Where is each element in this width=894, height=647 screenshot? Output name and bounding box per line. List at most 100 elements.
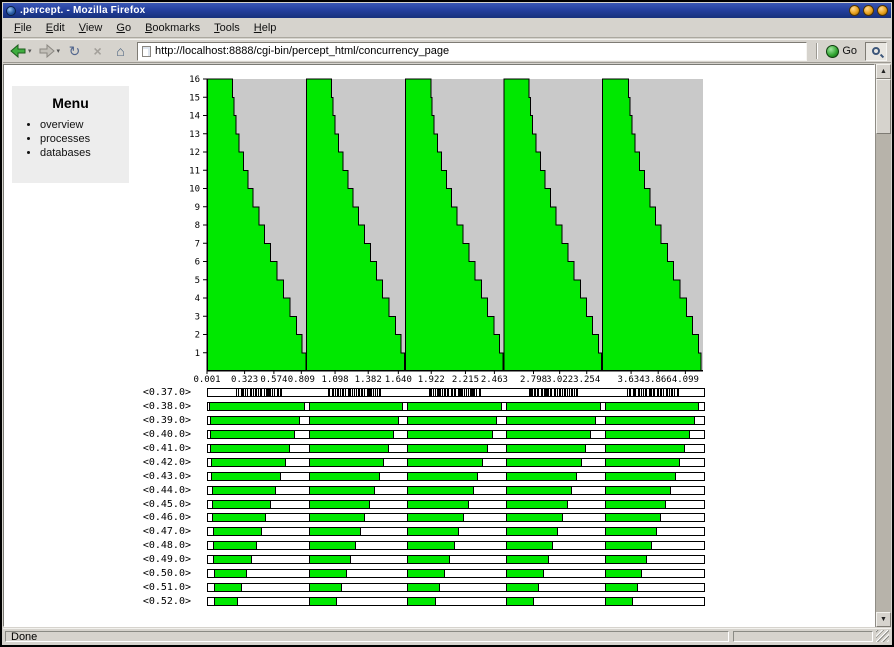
reload-button[interactable]: ↻ [64,43,85,59]
window-title: .percept. - Mozilla Firefox [20,5,146,16]
process-pid-label[interactable]: <0.45.0> [109,499,191,510]
svg-text:2: 2 [195,331,200,341]
process-pid-label[interactable]: <0.44.0> [109,485,191,496]
menu-view[interactable]: View [72,20,110,36]
active-segment [604,570,643,578]
process-pid-label[interactable]: <0.43.0> [109,471,191,482]
process-pid-label[interactable]: <0.40.0> [109,429,191,440]
svg-text:6: 6 [195,258,200,268]
activity-tick [666,389,668,397]
back-button[interactable]: ▾ [7,43,34,59]
navigation-toolbar: ▾ ▾ ↻ × ⌂ http://localhost:8888/cgi-bin/… [3,39,891,63]
process-pid-label[interactable]: <0.50.0> [109,568,191,579]
menu-link-databases[interactable]: databases [40,146,129,160]
active-segment [407,528,460,536]
activity-tick [345,389,347,397]
svg-text:0.323: 0.323 [231,375,258,385]
active-segment [308,417,399,425]
activity-tick [554,389,556,397]
content-area: Menu overview processes databases 123456… [3,64,891,627]
svg-text:14: 14 [189,112,200,122]
active-segment [209,403,305,411]
active-segment [505,556,549,564]
active-segment [212,528,262,536]
forward-button[interactable]: ▾ [36,43,63,59]
active-segment [505,403,601,411]
active-segment [213,556,253,564]
activity-tick [670,389,672,397]
scrollbar-track[interactable] [876,79,891,612]
active-segment [407,500,469,508]
search-button[interactable] [865,41,887,61]
url-text[interactable]: http://localhost:8888/cgi-bin/percept_ht… [155,45,449,57]
url-bar[interactable]: http://localhost:8888/cgi-bin/percept_ht… [137,41,808,61]
process-pid-label[interactable]: <0.41.0> [109,443,191,454]
menu-go[interactable]: Go [109,20,138,36]
menu-bookmarks[interactable]: Bookmarks [138,20,207,36]
svg-text:10: 10 [189,185,200,195]
active-segment [407,403,503,411]
activity-tick [660,389,662,397]
process-pid-label[interactable]: <0.48.0> [109,540,191,551]
process-pid-label[interactable]: <0.39.0> [109,415,191,426]
active-segment [604,500,667,508]
process-pid-label[interactable]: <0.42.0> [109,457,191,468]
activity-tick [674,389,675,397]
active-segment [505,542,554,550]
process-pid-label[interactable]: <0.51.0> [109,582,191,593]
svg-text:15: 15 [189,93,200,103]
menu-link-overview[interactable]: overview [40,118,129,132]
resize-grip[interactable] [876,630,889,642]
active-segment [407,514,465,522]
activity-tick [379,389,382,397]
active-segment [308,472,380,480]
activity-tick [662,389,664,397]
activity-tick [350,389,352,397]
process-pid-label[interactable]: <0.46.0> [109,512,191,523]
active-segment [407,570,446,578]
titlebar[interactable]: .percept. - Mozilla Firefox [3,3,891,18]
vertical-scrollbar[interactable]: ▲ ▼ [875,64,891,627]
active-segment [407,542,455,550]
scrollbar-thumb[interactable] [876,79,891,134]
svg-text:5: 5 [195,276,200,286]
activity-tick [630,389,632,397]
minimize-button[interactable] [849,5,860,16]
menu-file[interactable]: File [7,20,39,36]
go-button[interactable]: Go [823,44,860,59]
active-segment [210,445,291,452]
process-pid-label[interactable]: <0.37.0> [109,387,191,398]
menu-link-processes[interactable]: processes [40,132,129,146]
back-dropdown-icon[interactable]: ▾ [28,47,32,55]
active-segment [407,472,479,480]
activity-tick [564,389,566,397]
activity-tick [640,389,642,397]
page-icon [142,45,152,57]
menu-tools[interactable]: Tools [207,20,247,36]
process-row: <0.39.0> [109,414,705,428]
activity-tick [374,389,376,397]
activity-tick [467,389,469,397]
svg-text:12: 12 [189,148,200,158]
active-segment [604,597,633,605]
activity-bar [207,430,705,440]
stop-button[interactable]: × [87,43,108,59]
active-segment [505,431,592,439]
process-pid-label[interactable]: <0.49.0> [109,554,191,565]
maximize-button[interactable] [863,5,874,16]
active-segment [505,597,535,605]
process-pid-label[interactable]: <0.38.0> [109,401,191,412]
active-segment [505,445,587,452]
home-button[interactable]: ⌂ [110,43,131,59]
process-pid-label[interactable]: <0.47.0> [109,526,191,537]
close-button[interactable] [877,5,888,16]
menu-edit[interactable]: Edit [39,20,72,36]
process-pid-label[interactable]: <0.52.0> [109,596,191,607]
scroll-down-button[interactable]: ▼ [876,612,891,627]
activity-tick [364,389,366,397]
menu-help[interactable]: Help [247,20,284,36]
active-segment [407,597,436,605]
forward-dropdown-icon[interactable]: ▾ [57,47,61,55]
scroll-up-button[interactable]: ▲ [876,64,891,79]
activity-tick [263,389,265,397]
